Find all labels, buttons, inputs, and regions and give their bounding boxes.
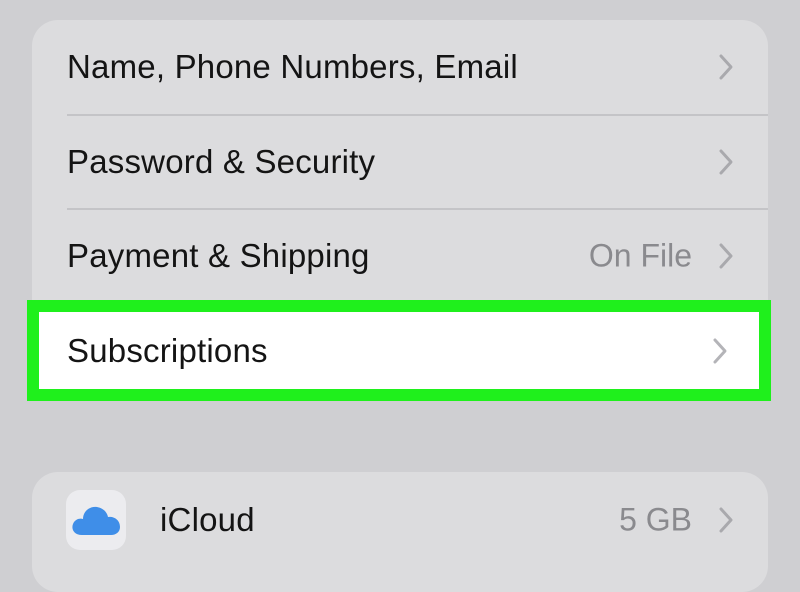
row-label: iCloud bbox=[160, 501, 255, 538]
chevron-right-icon bbox=[718, 148, 734, 176]
row-subscriptions[interactable]: Subscriptions bbox=[27, 300, 771, 401]
row-payment-shipping[interactable]: Payment & Shipping On File bbox=[32, 209, 768, 303]
row-icloud[interactable]: iCloud 5 GB bbox=[32, 472, 768, 566]
services-group: iCloud 5 GB bbox=[32, 472, 768, 592]
chevron-right-icon bbox=[718, 242, 734, 270]
row-password-security[interactable]: Password & Security bbox=[32, 115, 768, 209]
chevron-right-icon bbox=[718, 506, 734, 534]
icloud-icon bbox=[66, 490, 126, 550]
row-label: Name, Phone Numbers, Email bbox=[67, 48, 518, 85]
chevron-right-icon bbox=[712, 337, 728, 365]
row-label: Password & Security bbox=[67, 143, 376, 180]
row-label: Subscriptions bbox=[67, 331, 268, 369]
row-detail-value: On File bbox=[588, 237, 692, 274]
storage-value: 5 GB bbox=[619, 501, 692, 538]
chevron-right-icon bbox=[718, 53, 734, 81]
row-name-phone-email[interactable]: Name, Phone Numbers, Email bbox=[32, 20, 768, 114]
row-label: Payment & Shipping bbox=[67, 237, 370, 274]
